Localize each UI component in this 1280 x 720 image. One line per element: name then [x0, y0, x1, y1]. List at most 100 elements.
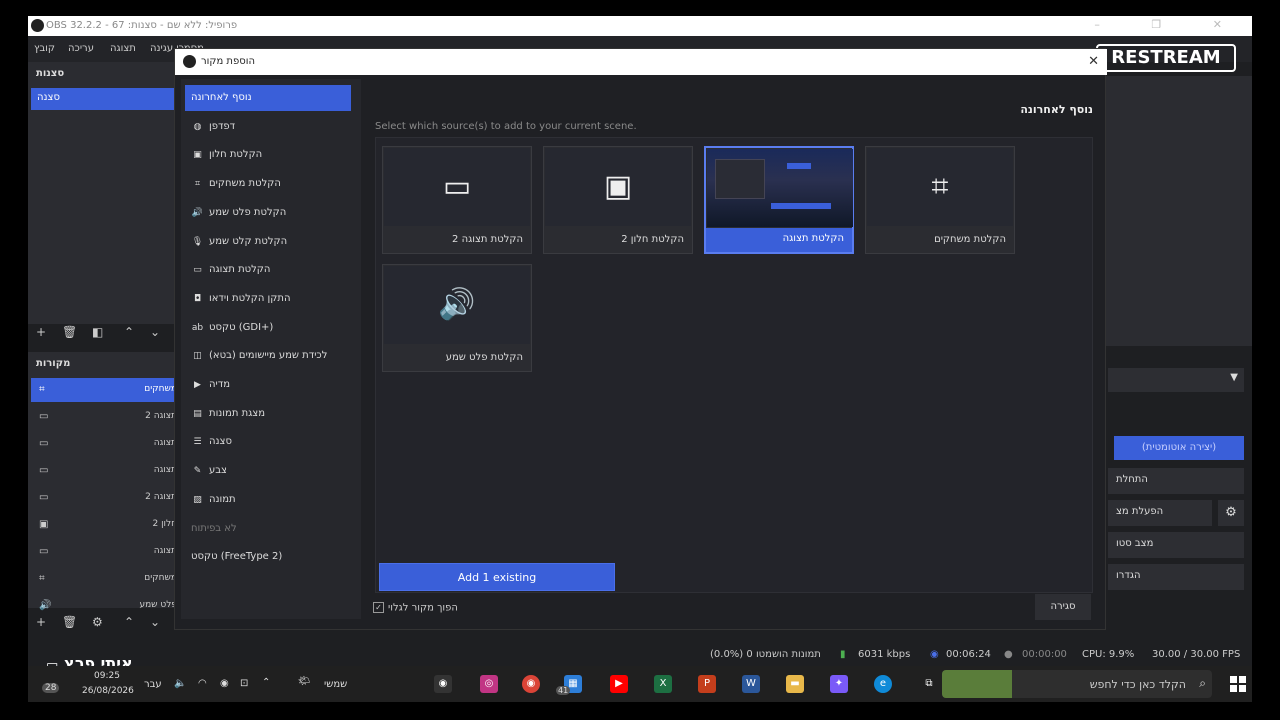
chrome-icon[interactable]: ◉ [522, 675, 540, 693]
source-type-label: הקלטת קלט שמע [209, 235, 288, 247]
folder-icon[interactable]: ▬ [786, 675, 804, 693]
powerpoint-icon[interactable]: P [698, 675, 716, 693]
source-type-label: נוסף לאחרונה [191, 92, 252, 103]
studio-mode-button[interactable]: מצב סטו [1108, 532, 1244, 558]
excel-icon[interactable]: X [654, 675, 672, 693]
source-cards-grid: ▭ הקלטת תצוגה 2 ▣ הקלטת חלון 2 הקלטת תצוגה ⌗ ה… [375, 137, 1093, 593]
language-indicator[interactable]: עבר [144, 679, 162, 690]
weather-label[interactable]: שמשי [324, 679, 347, 690]
volume-icon[interactable]: 🔈 [174, 678, 186, 689]
source-item[interactable]: ▭ תצוגה [31, 432, 181, 456]
source-type-item[interactable]: ◘ התקן הקלטת וידאו [185, 286, 351, 312]
source-card[interactable]: ⌗ הקלטת משחקים [865, 146, 1015, 254]
add-source-icon[interactable]: + [36, 615, 46, 629]
source-card[interactable]: הקלטת תצוגה [704, 146, 854, 254]
taskbar-search[interactable]: הקלד כאן כדי לחפש ⌕ [942, 670, 1212, 698]
play-icon: ▶ [194, 380, 201, 390]
scene-item-selected[interactable]: סצנה [31, 88, 181, 110]
source-type-item[interactable]: ⌗ הקלטת משחקים [185, 171, 351, 197]
mic-icon: 🎙 [191, 236, 204, 247]
source-card[interactable]: 🔊 הקלטת פלט שמע [382, 264, 532, 372]
move-down-icon[interactable]: ⌄ [150, 615, 160, 629]
record-tray-icon[interactable]: ◉ [220, 678, 229, 689]
copilot-icon[interactable]: ✦ [830, 675, 848, 693]
monitor-icon: ▭ [39, 546, 49, 557]
monitor-icon: ▭ [39, 411, 49, 422]
remove-source-icon[interactable]: 🗑 [62, 615, 77, 629]
close-icon[interactable]: ✕ [1088, 54, 1099, 69]
source-card[interactable]: ▣ הקלטת חלון 2 [543, 146, 693, 254]
source-card-label: הקלטת חלון 2 [621, 234, 684, 245]
chevron-up-icon[interactable]: ⌃ [262, 677, 270, 688]
clock-time[interactable]: 09:25 [94, 671, 120, 681]
camera-icon: ◘ [193, 293, 202, 304]
source-item[interactable]: ▭ תצוגה [31, 540, 181, 564]
close-button[interactable]: סגירה [1035, 594, 1091, 620]
menu-view[interactable]: תצוגה [110, 43, 136, 54]
source-type-item[interactable]: ◍ דפדפן [185, 114, 351, 140]
source-item[interactable]: ▭ תצוגה 2 [31, 405, 181, 429]
make-visible-checkbox[interactable]: ✓ הפוך מקור לגלוי [373, 602, 458, 614]
auto-config-button[interactable]: (יצירה אוטומטית) [1114, 436, 1244, 460]
move-down-icon[interactable]: ⌄ [150, 325, 160, 339]
source-item[interactable]: ⌗ משחקים [31, 567, 181, 591]
source-item[interactable]: ⌗ משחקים [31, 378, 181, 402]
instagram-icon[interactable]: ◎ [480, 675, 498, 693]
move-up-icon[interactable]: ⌃ [124, 325, 134, 339]
remove-scene-icon[interactable]: 🗑 [62, 325, 77, 339]
dropped-frames: (0.0%) 0 תמונות הושמטו [710, 649, 821, 660]
source-type-list: נוסף לאחרונה ◍ דפדפן ▣ הקלטת חלון ⌗ הקלטת משחק… [181, 79, 361, 619]
source-type-item[interactable]: נוסף לאחרונה [185, 85, 351, 111]
window-controls[interactable]: – ❐ ✕ [1094, 18, 1246, 31]
source-card[interactable]: ▭ הקלטת תצוגה 2 [382, 146, 532, 254]
source-item[interactable]: ▣ חלון 2 [31, 513, 181, 537]
source-type-item[interactable]: ✎ צבע [185, 458, 351, 484]
source-type-item[interactable]: ▣ הקלטת חלון [185, 142, 351, 168]
gear-icon[interactable]: ⚙ [1218, 500, 1244, 526]
clock-date[interactable]: 26/08/2026 [82, 686, 134, 696]
source-type-item[interactable]: 🔊 הקלטת פלט שמע [185, 200, 351, 226]
wifi-icon[interactable]: ◠ [198, 678, 207, 689]
obs-logo-icon [183, 55, 196, 68]
start-stream-button[interactable]: התחלת [1108, 468, 1244, 494]
fps: 30.00 / 30.00 FPS [1152, 649, 1241, 660]
source-item[interactable]: ▭ תצוגה 2 [31, 486, 181, 510]
menu-edit[interactable]: עריכה [68, 43, 94, 54]
record-time: 00:00:00 [1022, 649, 1067, 660]
source-card-label: הקלטת פלט שמע [445, 352, 523, 363]
gamepad-icon: ⌗ [867, 148, 1013, 226]
source-type-item[interactable]: ◫ לכידת שמע מיישומים (בטא) [185, 343, 351, 369]
tray-app-icon[interactable]: ⊡ [240, 678, 248, 689]
obs-logo-icon [31, 19, 44, 32]
source-type-label: לא בפיתוח [191, 522, 237, 534]
source-type-item[interactable]: ▭ הקלטת תצוגה [185, 257, 351, 283]
source-type-item[interactable]: 🎙 הקלטת קלט שמע [185, 229, 351, 255]
source-type-item[interactable]: ▶ מדיה [185, 372, 351, 398]
task-view-icon[interactable]: ⧉ [920, 675, 938, 693]
source-type-item[interactable]: ▤ מצגת תמונות [185, 401, 351, 427]
source-type-item[interactable]: ab טקסט (GDI+) [185, 315, 351, 341]
image-icon: ▨ [193, 494, 202, 505]
move-up-icon[interactable]: ⌃ [124, 615, 134, 629]
source-type-item[interactable]: ▨ תמונה [185, 487, 351, 513]
filter-icon[interactable]: ◧ [92, 325, 103, 339]
youtube-icon[interactable]: ▶ [610, 675, 628, 693]
source-item[interactable]: ▭ תצוגה [31, 459, 181, 483]
text-icon: ab [191, 322, 204, 333]
word-icon[interactable]: W [742, 675, 760, 693]
monitor-icon: ▭ [384, 148, 530, 226]
add-scene-icon[interactable]: + [36, 325, 46, 339]
obs-taskbar-icon[interactable]: ◉ [434, 675, 452, 693]
menu-file[interactable]: קובץ [34, 43, 55, 54]
add-existing-button[interactable]: Add 1 existing [379, 563, 615, 591]
source-item-label: משחקים [144, 573, 177, 583]
checkbox-icon[interactable]: ✓ [373, 602, 384, 613]
edge-icon[interactable]: e [874, 675, 892, 693]
virtual-cam-button[interactable]: הפעלת מצ [1108, 500, 1212, 526]
source-type-item[interactable]: ☰ סצנה [185, 429, 351, 455]
dropdown[interactable]: ▼ [1108, 368, 1244, 392]
source-type-item[interactable]: טקסט (FreeType 2) [185, 544, 351, 570]
source-settings-icon[interactable]: ⚙ [92, 615, 103, 629]
windows-start-icon[interactable] [1230, 676, 1246, 692]
settings-button[interactable]: הגדרו [1108, 564, 1244, 590]
